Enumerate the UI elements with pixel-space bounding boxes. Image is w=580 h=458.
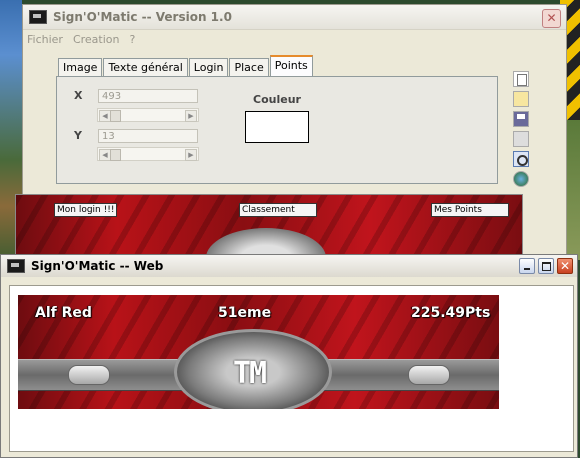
preview-banner: Mon login !!! Classement Mes Points [15,194,523,256]
web-icon[interactable] [513,171,529,187]
save-icon[interactable] [513,111,529,127]
tab-login[interactable]: Login [188,58,229,76]
banner-points-text: 225.49Pts [411,305,491,321]
web-app-icon [7,259,25,273]
y-slider[interactable]: ◀ ▶ [97,147,199,161]
banner-rank-text: 51eme [218,305,272,321]
signature-banner: TM Alf Red 51eme 225.49Pts [18,295,499,409]
close-button[interactable]: ✕ [542,9,561,28]
y-field[interactable]: 13 [98,129,198,143]
tab-place[interactable]: Place [229,58,269,76]
web-title-bar[interactable]: Sign'O'Matic -- Web [1,255,577,277]
color-swatch[interactable] [245,111,309,143]
preview-rank-label[interactable]: Classement [239,203,317,217]
preview-login-label[interactable]: Mon login !!! [54,203,118,217]
tab-image[interactable]: Image [58,58,103,76]
open-folder-icon[interactable] [513,91,529,107]
menu-fichier[interactable]: Fichier [27,33,63,46]
menu-bar: Fichier Creation ? [23,30,566,48]
x-slider-thumb[interactable] [110,110,121,122]
x-label: X [74,89,83,102]
main-title-bar[interactable]: Sign'O'Matic -- Version 1.0 [23,5,566,30]
x-field[interactable]: 493 [98,89,198,103]
x-slider-right-arrow-icon[interactable]: ▶ [185,110,197,122]
menu-creation[interactable]: Creation [73,33,120,46]
banner-login-text: Alf Red [35,305,92,321]
new-file-icon[interactable] [513,71,529,87]
web-window-title: Sign'O'Matic -- Web [31,259,164,273]
tab-texte-general[interactable]: Texte général [103,58,188,76]
y-slider-thumb[interactable] [110,149,121,161]
app-icon [29,10,47,24]
menu-help[interactable]: ? [130,33,136,46]
y-label: Y [74,129,82,142]
points-panel: X 493 ◀ ▶ Y 13 ◀ ▶ Couleur [56,76,498,184]
web-close-button[interactable]: ✕ [557,258,573,274]
preview-logo-disk [206,228,326,255]
x-slider[interactable]: ◀ ▶ [97,108,199,122]
car-right [408,365,450,385]
preview-points-label[interactable]: Mes Points [431,203,509,217]
y-slider-right-arrow-icon[interactable]: ▶ [185,149,197,161]
main-window-title: Sign'O'Matic -- Version 1.0 [53,10,232,24]
preview-icon[interactable] [513,151,529,167]
car-left [68,365,110,385]
maximize-button[interactable] [538,258,554,274]
print-icon[interactable] [513,131,529,147]
tab-points[interactable]: Points [269,55,313,76]
couleur-label: Couleur [253,93,301,106]
tm-logo: TM [232,356,267,391]
side-toolbar [513,71,533,191]
tab-strip: Image Texte général Login Place Points [58,55,314,76]
minimize-button[interactable] [519,258,535,274]
